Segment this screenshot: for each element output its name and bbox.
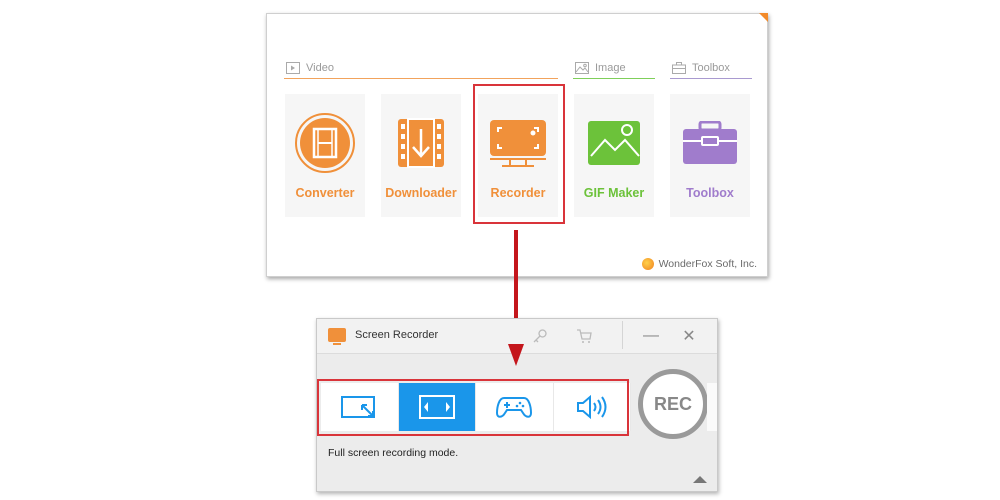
mode-custom-region[interactable] — [321, 383, 399, 431]
category-video: Video — [284, 58, 558, 79]
app-monitor-icon — [328, 328, 346, 345]
tile-downloader[interactable]: Downloader — [381, 94, 461, 217]
toolbox-category-icon — [672, 62, 686, 74]
tile-converter-label: Converter — [295, 186, 355, 200]
mode-audio[interactable] — [553, 383, 631, 431]
tile-toolbox[interactable]: Toolbox — [670, 94, 750, 217]
category-toolbox: Toolbox — [670, 58, 752, 79]
rec-side-panel — [707, 383, 717, 431]
close-button[interactable]: ✕ — [678, 325, 700, 347]
category-toolbox-label: Toolbox — [692, 62, 730, 74]
film-convert-icon — [295, 113, 355, 173]
brand-label: WonderFox Soft, Inc. — [658, 258, 757, 270]
key-icon[interactable] — [529, 325, 551, 347]
category-image: Image — [573, 58, 655, 79]
recording-mode-bar — [321, 383, 631, 431]
toolbox-icon — [683, 121, 737, 164]
rec-button[interactable]: REC — [638, 369, 708, 439]
image-mountain-icon — [588, 121, 640, 165]
fullscreen-icon — [418, 395, 455, 419]
cart-icon[interactable] — [573, 325, 595, 347]
speaker-icon — [576, 394, 607, 420]
status-text: Full screen recording mode. — [328, 447, 459, 459]
tile-gif-maker-label: GIF Maker — [583, 186, 645, 200]
gamepad-icon — [496, 397, 533, 418]
expand-arrow-icon[interactable] — [693, 476, 707, 483]
film-download-icon — [398, 118, 444, 168]
tile-toolbox-label: Toolbox — [686, 186, 734, 200]
tile-downloader-label: Downloader — [385, 186, 457, 200]
tile-recorder[interactable]: Recorder — [478, 94, 558, 217]
tile-converter[interactable]: Converter — [285, 94, 365, 217]
pointer-arrow-head — [508, 344, 524, 366]
minimize-button[interactable]: — — [640, 325, 662, 347]
video-category-icon — [286, 62, 300, 74]
tile-recorder-label: Recorder — [490, 186, 546, 200]
titlebar-divider — [622, 321, 623, 349]
corner-accent — [759, 13, 768, 22]
monitor-record-icon — [490, 120, 546, 167]
image-category-icon — [575, 62, 589, 74]
category-image-label: Image — [595, 62, 626, 74]
wonderfox-logo-icon — [641, 258, 654, 270]
brand-footer: WonderFox Soft, Inc. — [641, 258, 757, 270]
mode-game[interactable] — [476, 383, 554, 431]
window-title: Screen Recorder — [355, 329, 439, 341]
mode-full-screen[interactable] — [398, 383, 476, 431]
region-resize-icon — [341, 396, 376, 418]
tile-gif-maker[interactable]: GIF Maker — [574, 94, 654, 217]
category-video-label: Video — [306, 62, 334, 74]
